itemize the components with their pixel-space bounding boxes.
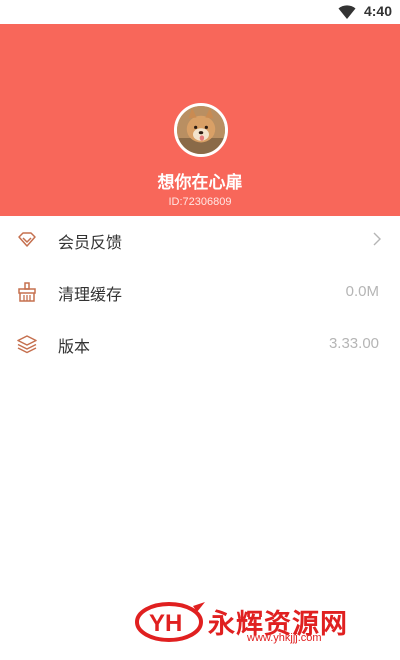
wifi-icon bbox=[338, 5, 356, 19]
cache-size-value: 0.0M bbox=[345, 283, 379, 300]
menu-item-clear-cache[interactable]: 清理缓存 0.0M bbox=[0, 268, 400, 320]
avatar[interactable] bbox=[174, 103, 228, 157]
menu-item-feedback[interactable]: 会员反馈 bbox=[0, 216, 400, 268]
menu-item-label: 会员反馈 bbox=[58, 233, 123, 252]
status-bar: 4:40 bbox=[0, 0, 400, 24]
user-id: ID:72306809 bbox=[168, 196, 232, 208]
broom-icon bbox=[18, 282, 36, 302]
version-value: 3.33.00 bbox=[328, 335, 379, 352]
menu-item-label: 版本 bbox=[58, 337, 91, 356]
yh-logo-text: YH bbox=[149, 610, 182, 637]
status-time: 4:40 bbox=[363, 3, 392, 19]
profile-header: 想你在心扉 ID:72306809 bbox=[0, 24, 400, 216]
diamond-icon bbox=[18, 232, 36, 247]
layers-icon bbox=[17, 335, 37, 354]
yh-logo-icon: YH bbox=[135, 602, 205, 642]
site-watermark: YH 永辉资源网 www.yhkjjj.com bbox=[135, 600, 385, 644]
dog-avatar-icon bbox=[177, 106, 225, 154]
watermark-url: www.yhkjjj.com bbox=[247, 632, 322, 644]
settings-menu: 会员反馈 清理缓存 0.0M 版本 3.33.00 bbox=[0, 216, 400, 372]
menu-item-version[interactable]: 版本 3.33.00 bbox=[0, 320, 400, 372]
chevron-right-icon bbox=[373, 232, 381, 246]
menu-item-label: 清理缓存 bbox=[58, 285, 123, 304]
username: 想你在心扉 bbox=[157, 173, 243, 193]
